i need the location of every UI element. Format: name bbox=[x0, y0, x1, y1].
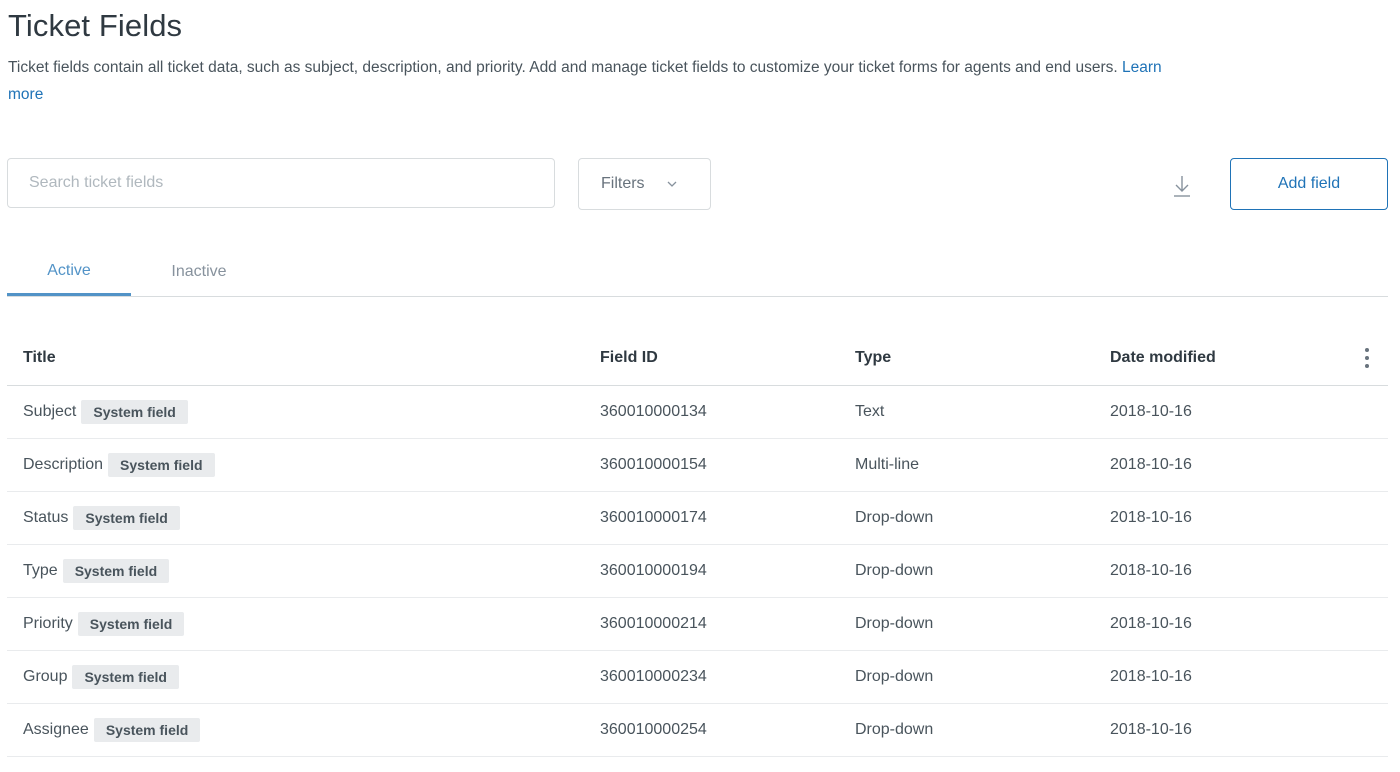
row-title[interactable]: Assignee bbox=[23, 721, 89, 739]
table-header: Title Field ID Type Date modified bbox=[7, 330, 1388, 386]
system-field-badge: System field bbox=[73, 506, 180, 530]
tab-active[interactable]: Active bbox=[7, 248, 131, 296]
system-field-badge: System field bbox=[108, 453, 215, 477]
row-date-modified: 2018-10-16 bbox=[1110, 668, 1192, 685]
row-title-cell: Type System field bbox=[23, 545, 170, 597]
system-field-badge: System field bbox=[77, 612, 185, 636]
row-date-modified: 2018-10-16 bbox=[1110, 615, 1192, 632]
row-title[interactable]: Status bbox=[23, 509, 68, 527]
row-field-id: 360010000194 bbox=[600, 562, 707, 579]
table-row[interactable]: Assignee System field 360010000254 Drop-d… bbox=[7, 704, 1388, 757]
row-type: Drop-down bbox=[855, 721, 934, 738]
row-date-modified: 2018-10-16 bbox=[1110, 562, 1192, 579]
row-title-cell: Status System field bbox=[23, 492, 180, 544]
row-date-modified: 2018-10-16 bbox=[1110, 456, 1192, 473]
search-input[interactable] bbox=[7, 158, 555, 208]
page-title: Ticket Fields bbox=[8, 8, 183, 43]
download-icon[interactable] bbox=[1170, 172, 1194, 200]
description-text: Ticket fields contain all ticket data, s… bbox=[8, 59, 1118, 76]
page-description: Ticket fields contain all ticket data, s… bbox=[8, 54, 1178, 108]
filters-label: Filters bbox=[601, 175, 645, 192]
row-field-id: 360010000254 bbox=[600, 721, 707, 738]
row-field-id: 360010000154 bbox=[600, 456, 707, 473]
row-title-cell: Description System field bbox=[23, 439, 215, 491]
tab-inactive[interactable]: Inactive bbox=[137, 248, 261, 296]
table-row[interactable]: Description System field 360010000154 Mul… bbox=[7, 439, 1388, 492]
row-title[interactable]: Description bbox=[23, 456, 103, 474]
filters-dropdown[interactable]: Filters bbox=[578, 158, 711, 210]
table-row[interactable]: Group System field 360010000234 Drop-down… bbox=[7, 651, 1388, 704]
row-type: Text bbox=[855, 403, 885, 420]
table-row[interactable]: Type System field 360010000194 Drop-down … bbox=[7, 545, 1388, 598]
system-field-badge: System field bbox=[93, 718, 201, 742]
system-field-badge: System field bbox=[81, 400, 188, 424]
column-header-date-modified[interactable]: Date modified bbox=[1110, 330, 1216, 385]
column-header-field-id[interactable]: Field ID bbox=[600, 330, 658, 385]
table-row[interactable]: Subject System field 360010000134 Text 20… bbox=[7, 386, 1388, 439]
row-title[interactable]: Group bbox=[23, 668, 67, 686]
status-tabs: Active Inactive bbox=[7, 248, 1388, 297]
table-row[interactable]: Status System field 360010000174 Drop-dow… bbox=[7, 492, 1388, 545]
row-type: Drop-down bbox=[855, 615, 934, 632]
row-title-cell: Group System field bbox=[23, 651, 179, 703]
row-field-id: 360010000214 bbox=[600, 615, 707, 632]
row-title-cell: Subject System field bbox=[23, 386, 188, 438]
column-header-type[interactable]: Type bbox=[855, 330, 891, 385]
row-type: Drop-down bbox=[855, 668, 934, 685]
row-title-cell: Assignee System field bbox=[23, 704, 201, 756]
more-vertical-icon[interactable] bbox=[1357, 330, 1377, 385]
row-field-id: 360010000174 bbox=[600, 509, 707, 526]
ticket-fields-table: Title Field ID Type Date modified Subjec… bbox=[7, 330, 1388, 757]
row-type: Drop-down bbox=[855, 562, 934, 579]
chevron-down-icon bbox=[667, 181, 677, 187]
row-field-id: 360010000234 bbox=[600, 668, 707, 685]
row-type: Drop-down bbox=[855, 509, 934, 526]
system-field-badge: System field bbox=[62, 559, 170, 583]
row-field-id: 360010000134 bbox=[600, 403, 707, 420]
row-date-modified: 2018-10-16 bbox=[1110, 721, 1192, 738]
row-title[interactable]: Subject bbox=[23, 403, 76, 421]
column-header-title[interactable]: Title bbox=[23, 330, 56, 385]
row-date-modified: 2018-10-16 bbox=[1110, 509, 1192, 526]
row-title[interactable]: Type bbox=[23, 562, 58, 580]
row-date-modified: 2018-10-16 bbox=[1110, 403, 1192, 420]
row-title[interactable]: Priority bbox=[23, 615, 73, 633]
row-type: Multi-line bbox=[855, 456, 920, 473]
row-title-cell: Priority System field bbox=[23, 598, 185, 650]
table-row[interactable]: Priority System field 360010000214 Drop-d… bbox=[7, 598, 1388, 651]
system-field-badge: System field bbox=[72, 665, 179, 689]
add-field-button[interactable]: Add field bbox=[1230, 158, 1388, 210]
